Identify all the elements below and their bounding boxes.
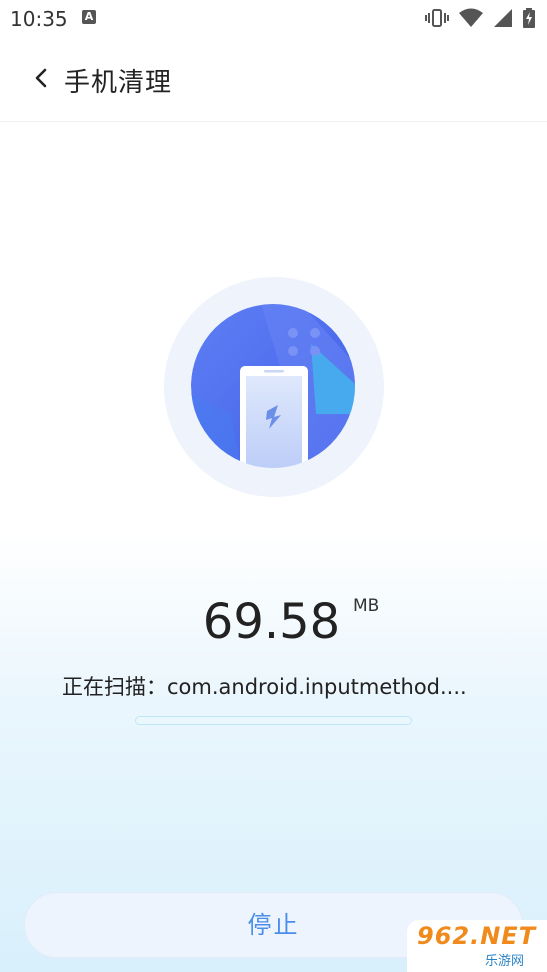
watermark-logo: 962.NET 乐游网 — [407, 920, 547, 972]
app-header: 手机清理 — [0, 38, 547, 122]
scan-status-text: 正在扫描：com.android.inputmethod.... — [62, 675, 467, 699]
back-arrow-icon[interactable] — [30, 66, 54, 90]
page-title: 手机清理 — [64, 68, 173, 98]
wifi-icon — [459, 8, 483, 27]
phone-icon — [191, 304, 355, 468]
scan-progress-bar — [135, 716, 412, 725]
vibrate-icon — [425, 9, 449, 27]
size-value: 69.58 — [202, 594, 341, 650]
watermark-sub: 乐游网 — [485, 954, 525, 969]
notification-icon: A — [82, 10, 96, 24]
phone-cleaning-illustration — [191, 304, 355, 468]
status-icons — [425, 8, 535, 28]
signal-icon — [494, 9, 512, 27]
battery-icon — [523, 8, 535, 28]
scanned-size: 69.58 MB — [0, 594, 547, 650]
watermark-brand: 962.NET — [417, 922, 537, 950]
status-bar: 10:35 A — [0, 0, 547, 38]
size-unit: MB — [353, 596, 380, 616]
status-time: 10:35 — [10, 7, 68, 31]
